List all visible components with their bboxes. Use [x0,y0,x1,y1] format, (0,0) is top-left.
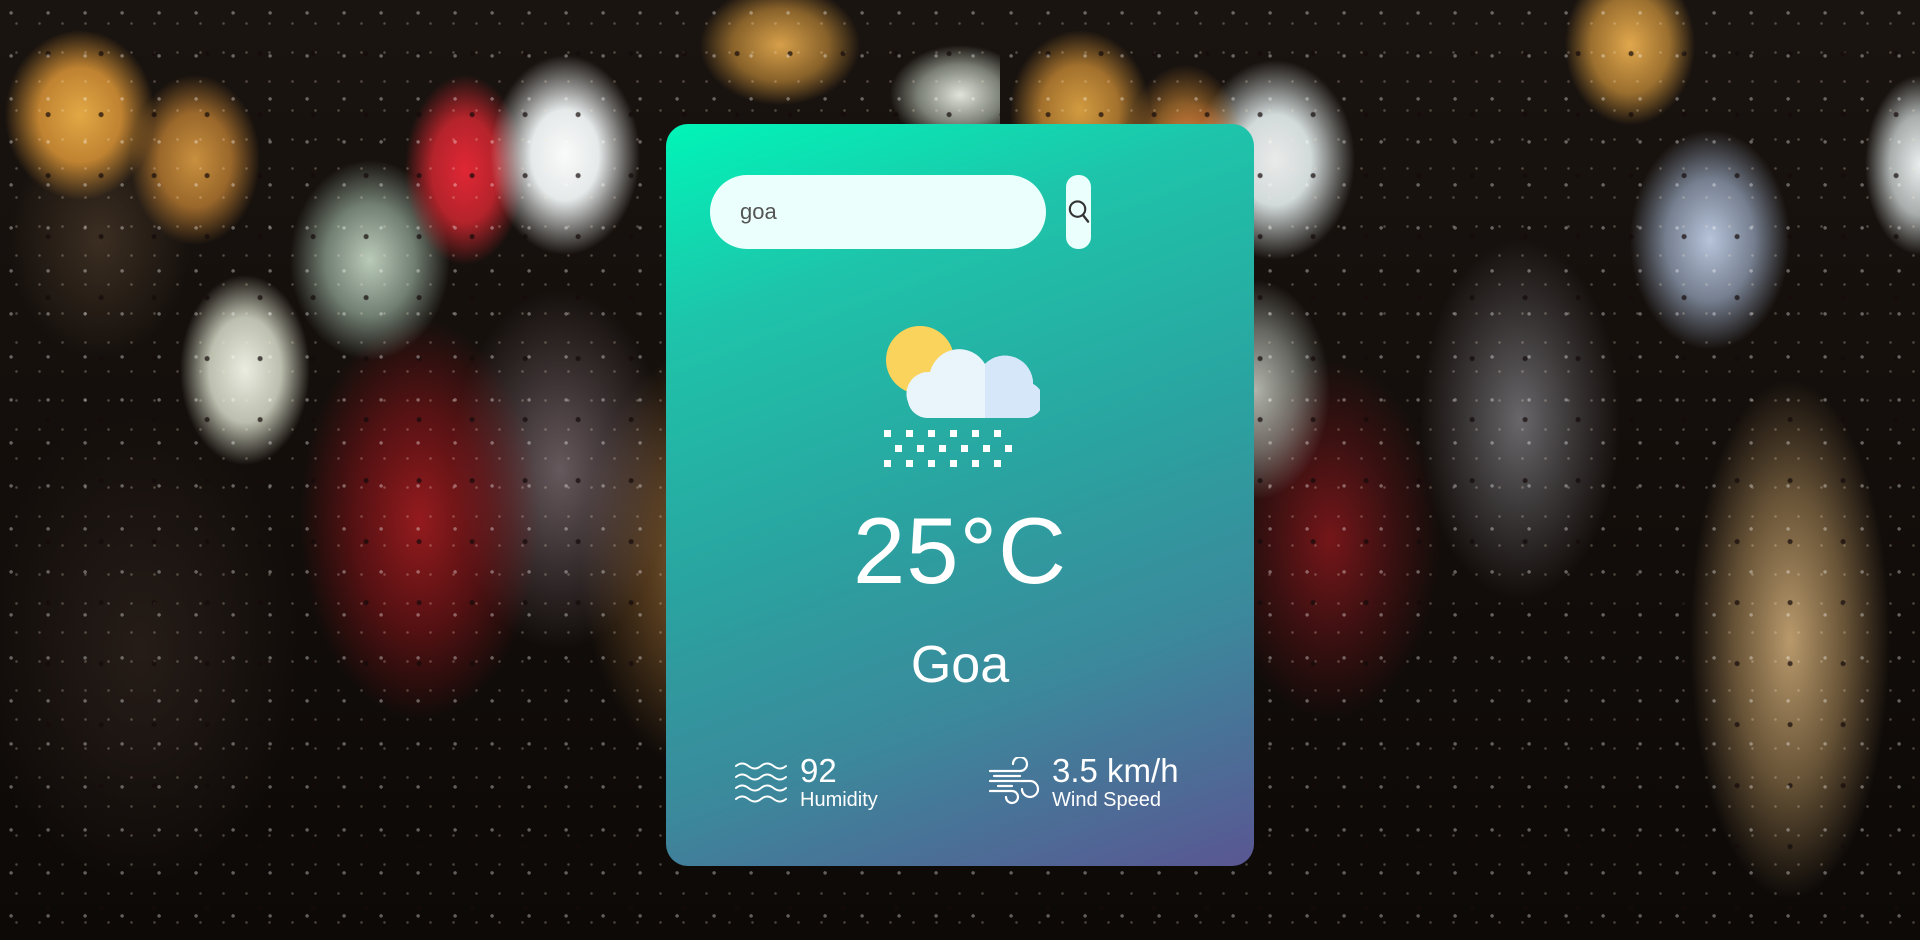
search-button[interactable] [1066,175,1091,249]
weather-card: 25°C Goa 92 Humidity [666,124,1254,866]
search-icon [1068,200,1090,223]
humidity-waves-icon [735,762,787,803]
wind-speed-value: 3.5 km/h [1052,752,1179,789]
search-bar [710,175,1091,249]
humidity-label: Humidity [800,788,878,811]
humidity-value: 92 [800,752,837,789]
sun-cloud-snow-icon [884,326,1040,467]
wind-block: 3.5 km/h Wind Speed [988,752,1179,811]
wind-speed-label: Wind Speed [1052,788,1161,811]
wind-icon [988,757,1040,805]
weather-details: 92 Humidity 3.5 km/h Wind Speed [666,752,1254,824]
humidity-block: 92 Humidity [734,752,878,811]
city-name: Goa [910,636,1010,694]
search-input[interactable] [710,175,1046,249]
temperature: 25°C [852,498,1068,603]
